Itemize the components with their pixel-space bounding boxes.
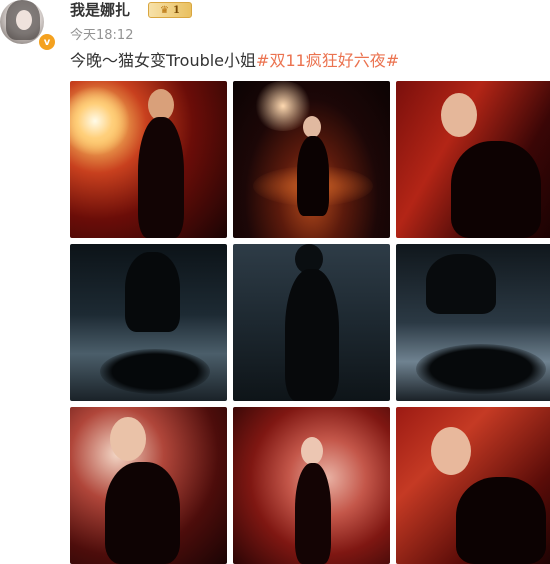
figure-body <box>456 477 546 564</box>
figure-head <box>441 93 477 137</box>
post-text: 今晚～猫女变Trouble小姐#双11疯狂好六夜# <box>70 50 399 72</box>
figure-body <box>285 269 339 401</box>
figure-body <box>138 117 184 238</box>
figure-body <box>295 463 331 564</box>
figure-body <box>105 462 180 564</box>
photo-8[interactable] <box>233 407 390 564</box>
motorcycle <box>416 344 546 394</box>
level-label: 1 <box>173 4 180 16</box>
topic-link[interactable]: #双11疯狂好六夜# <box>256 51 399 70</box>
post-timestamp[interactable]: 今天18:12 <box>70 28 133 44</box>
photo-2[interactable] <box>233 81 390 238</box>
figure-body <box>451 141 541 238</box>
motorcycle <box>100 349 210 394</box>
figure-head <box>431 427 471 475</box>
figure-head <box>303 116 321 138</box>
photo-3[interactable] <box>396 81 550 238</box>
avatar-face <box>16 10 32 30</box>
crown-icon: ♛ <box>160 4 169 16</box>
photo-5[interactable] <box>233 244 390 401</box>
figure-head <box>110 417 146 461</box>
photo-7[interactable] <box>70 407 227 564</box>
level-badge[interactable]: ♛ 1 <box>148 2 192 18</box>
verified-badge-icon: v <box>37 32 57 52</box>
figure-body <box>125 252 180 332</box>
stage-light <box>70 86 130 156</box>
figure-body <box>297 136 329 216</box>
figure-head <box>301 437 323 465</box>
post-text-body: 今晚～猫女变Trouble小姐 <box>70 51 257 70</box>
figure-body <box>426 254 496 314</box>
photo-4[interactable] <box>70 244 227 401</box>
photo-6[interactable] <box>396 244 550 401</box>
photo-1[interactable] <box>70 81 227 238</box>
photo-grid <box>70 81 550 564</box>
photo-9[interactable] <box>396 407 550 564</box>
username[interactable]: 我是娜扎 <box>70 0 130 20</box>
